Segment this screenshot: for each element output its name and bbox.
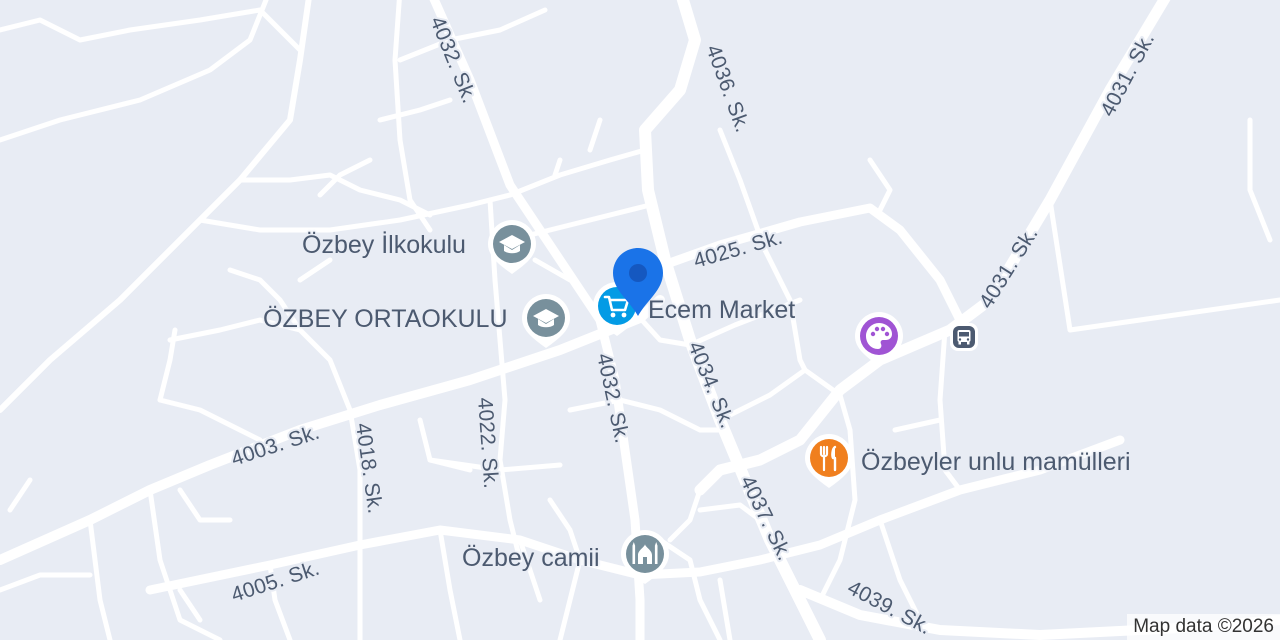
street-label-4032-top: 4032. Sk. bbox=[425, 13, 481, 106]
street-label-4022: 4022. Sk. bbox=[473, 397, 502, 490]
poi-label-ozbey-camii[interactable]: Özbey camii bbox=[462, 544, 600, 573]
mosque-icon[interactable] bbox=[619, 528, 671, 586]
palette-icon[interactable] bbox=[853, 310, 905, 368]
restaurant-icon[interactable] bbox=[803, 432, 855, 490]
street-label-4034: 4034. Sk. bbox=[683, 338, 739, 431]
street-label-4003: 4003. Sk. bbox=[228, 421, 322, 471]
map-attribution[interactable]: Map data ©2026 bbox=[1127, 614, 1280, 640]
poi-label-ozbey-ortaokulu[interactable]: ÖZBEY ORTAOKULU bbox=[263, 305, 508, 334]
school-icon[interactable] bbox=[486, 218, 538, 276]
bus-stop-icon[interactable] bbox=[949, 322, 979, 352]
map-canvas[interactable]: 4032. Sk. 4036. Sk. 4031. Sk. 4025. Sk. … bbox=[0, 0, 1280, 640]
poi-label-ozbey-ilkokulu[interactable]: Özbey İlkokulu bbox=[302, 231, 466, 260]
poi-label-ozbeyler-unlu-mamulleri[interactable]: Özbeyler unlu mamülleri bbox=[861, 448, 1131, 477]
street-label-4031-top: 4031. Sk. bbox=[1096, 29, 1159, 121]
street-label-4036: 4036. Sk. bbox=[701, 42, 754, 136]
street-label-4018: 4018. Sk. bbox=[351, 421, 387, 515]
school-icon[interactable] bbox=[520, 292, 572, 350]
poi-label-ecem-market[interactable]: Ecem Market bbox=[648, 296, 795, 325]
location-pin-icon[interactable] bbox=[611, 246, 665, 318]
street-label-4031-mid: 4031. Sk. bbox=[975, 223, 1043, 313]
street-label-4039: 4039. Sk. bbox=[844, 576, 936, 639]
street-label-4032-mid: 4032. Sk. bbox=[592, 351, 634, 445]
street-label-4037: 4037. Sk. bbox=[736, 472, 797, 564]
